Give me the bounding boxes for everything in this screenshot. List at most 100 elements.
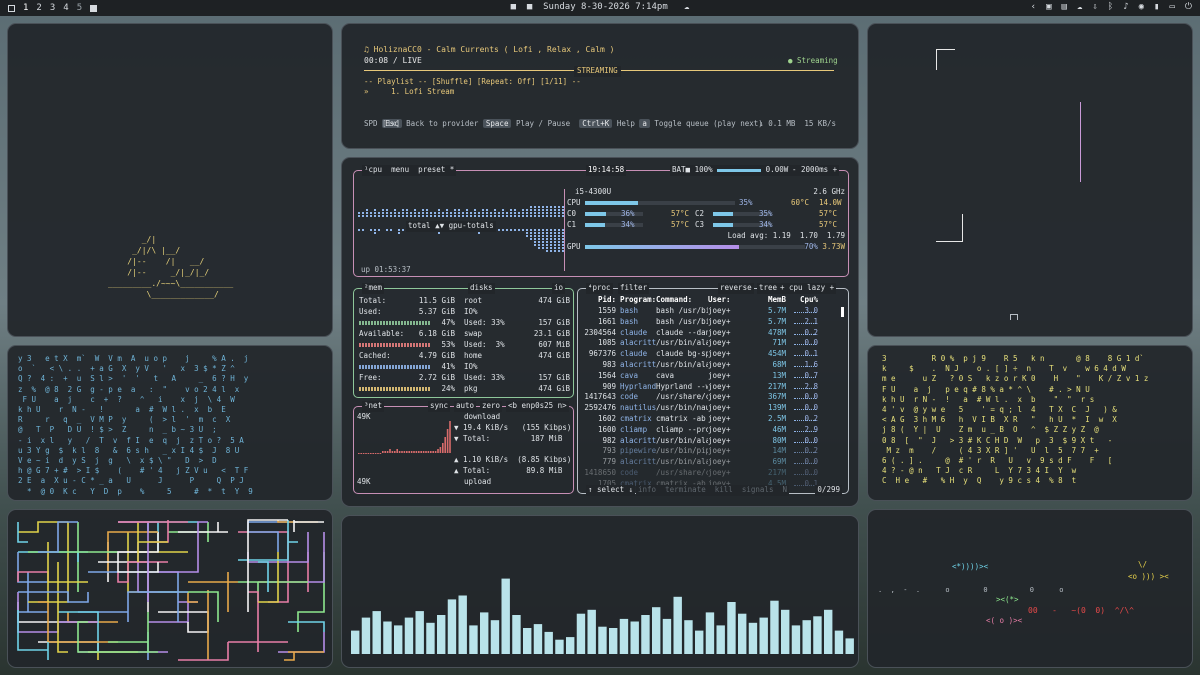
mem-label: Free: (359, 373, 382, 382)
cloud-icon[interactable]: ☁ (1077, 2, 1082, 12)
process-row[interactable]: 1661bashbash /usr/bin/pipejoey+5.7M2.1 (582, 317, 844, 327)
process-row[interactable]: 1417643code/usr/share/code/cojoey+367M0.… (582, 392, 844, 402)
cpu-graph-dot (550, 247, 552, 249)
audio-visualizer-terminal[interactable] (341, 515, 859, 668)
cpu-graph-dot (386, 215, 388, 217)
cpu-graph-dot (418, 212, 420, 214)
process-cell: 2592476 (584, 403, 616, 413)
cpu-graph-dot (542, 229, 544, 231)
cpu-graph-dot (386, 209, 388, 211)
proc-header[interactable]: ⁴proc (586, 283, 613, 294)
process-cell: joey+ (708, 381, 731, 391)
mem-meter (359, 387, 431, 391)
back-icon[interactable]: ‹ (1031, 2, 1036, 12)
cpu-graph-dot (466, 215, 468, 217)
clock[interactable]: ■ ■ Sunday 8-30-2026 7:14pm ☁ (0, 2, 1200, 12)
process-row[interactable]: 909HyprlandHyprland --watchdojoey+217M2.… (582, 382, 844, 392)
graph-mode-label[interactable]: total ▲▼ gpu-totals (406, 221, 496, 232)
process-cell: 217M (767, 381, 786, 391)
cpu-graph-dot (446, 212, 448, 214)
playlist-track[interactable]: » 1. Lofi Stream (364, 87, 454, 98)
cpu-graph-dot (474, 209, 476, 211)
visualizer-bar (609, 628, 618, 654)
process-row[interactable]: 982alacritt/usr/bin/alacrittyjoey+80M0.0 (582, 436, 844, 446)
mem-header[interactable]: ²mem (362, 283, 385, 294)
matrix-terminal-left[interactable]: y 3 e t X m` W V m A u o p j % A . j o `… (7, 345, 333, 501)
fish-2: ><(*> (996, 595, 1019, 604)
process-row[interactable]: 793pipewire/usr/bin/pipewirejoey+14M0.2 (582, 446, 844, 456)
proc-actions[interactable]: info terminate kill signals N (636, 485, 790, 496)
process-row[interactable]: 983alacritt/usr/bin/alacrittyjoey+68M1.6 (582, 360, 844, 370)
download-icon[interactable]: ⇩ (1092, 2, 1097, 12)
net-interface[interactable]: <b enp0s25 n> (506, 401, 569, 412)
aquarium-terminal[interactable]: <*))))>< ><(*> <o ))) >< <( o )>< \/ . ,… (867, 509, 1193, 668)
cpu-graph-dot (554, 247, 556, 249)
disk-value: 474 GiB (538, 351, 570, 360)
net-auto-toggle[interactable]: auto (454, 401, 477, 412)
notification-icon[interactable]: ■ (511, 2, 516, 12)
btop-terminal[interactable]: ¹cpu menu preset * 19:14:58 BAT■ 100% 0.… (341, 157, 859, 507)
proc-scrollbar[interactable] (841, 307, 844, 317)
cpu-graph-dot (498, 212, 500, 214)
process-cell: 1559 (597, 306, 616, 315)
cpu-graph-dot (530, 209, 532, 211)
disks-header[interactable]: disks (468, 283, 495, 294)
net-header[interactable]: ³net (362, 401, 385, 412)
mem-meter (359, 365, 431, 369)
music-player-terminal[interactable]: ♫ HoliznaCC0 - Calm Currents ( Lofi , Re… (341, 23, 859, 149)
update-interval[interactable]: - 2000ms + (790, 165, 840, 176)
cpu-graph-dot (550, 229, 552, 231)
boat-terminal[interactable]: _/| _/|/\ |__/ /|-- /| __/ /|-- _/|_/|_/… (7, 23, 333, 337)
process-row[interactable]: 967376claudeclaude bg-spare --joey+454M0… (582, 349, 844, 359)
proc-tree[interactable]: tree (757, 283, 780, 294)
pipe-segment (308, 532, 325, 583)
ctrl-k-key[interactable]: Ctrl+K (579, 118, 613, 128)
process-row[interactable]: 1559bashbash /usr/bin/pipejoey+5.7M3.0 (582, 306, 844, 316)
files-icon[interactable]: ▤ (1062, 2, 1067, 12)
process-row[interactable]: 1085alacritt/usr/bin/alacrittyjoey+71M0.… (582, 338, 844, 348)
process-row[interactable]: 2304564 claude claude --dangerousjoey+ 478M… (582, 328, 844, 338)
net-zero-toggle[interactable]: zero (480, 401, 503, 412)
space-key[interactable]: Space (482, 118, 512, 128)
a-key[interactable]: a (639, 118, 650, 128)
process-row[interactable]: 2592476 nautilus/usr/bin/nautilusjoey+ 139… (582, 403, 844, 413)
display-icon[interactable]: ▭ (1169, 2, 1174, 12)
clipboard-icon[interactable]: ■ (527, 2, 532, 12)
proc-filter[interactable]: filter (618, 283, 650, 294)
net-graph-bar (437, 449, 439, 453)
process-row[interactable]: 1418650code/usr/share/code/cojoey+217M0.… (582, 468, 844, 478)
net-sync-toggle[interactable]: sync (428, 401, 451, 412)
bluetooth-icon[interactable]: ᛒ (1108, 2, 1113, 12)
cpu-header[interactable]: ¹cpu menu preset * (362, 165, 457, 176)
process-cell: /usr/share/code/co (656, 468, 708, 477)
proc-select-hint[interactable]: ↑ select ↓ (586, 485, 636, 496)
battery-icon[interactable]: ▮ (1154, 2, 1159, 12)
cpu-graph-dot (486, 215, 488, 217)
cpu-graph-dot (394, 209, 396, 211)
pipes-terminal[interactable] (7, 509, 333, 668)
matrix-terminal-right[interactable]: 3 R 0 % p j 9 R 5 k n @ 8 8 G 1 d` k $ .… (867, 345, 1193, 501)
proc-sort-mode[interactable]: + cpu lazy + (778, 283, 837, 294)
gpu-percent: 70% 3.73W (804, 242, 845, 253)
cpu-graph-dot (390, 212, 392, 214)
process-cell: joey+ (708, 316, 731, 326)
proc-reverse[interactable]: reverse (718, 283, 754, 294)
process-row[interactable]: 1564 cava cava joey+ 13M 0.7 (582, 371, 844, 381)
screenshot-icon[interactable]: ▣ (1046, 2, 1051, 12)
cpu-graph-dot (542, 209, 544, 211)
pipe-segment (297, 552, 325, 632)
playlist-header[interactable]: -- Playlist -- [Shuffle] [Repeat: Off] [… (364, 77, 581, 88)
game-terminal[interactable] (867, 23, 1193, 337)
net-graph-bar (413, 451, 415, 453)
process-row[interactable]: 779alacritt/usr/bin/alacrittyjoey+69M0.0 (582, 457, 844, 467)
weather-icon[interactable]: ☁ (684, 2, 689, 12)
process-row[interactable]: 1602 cmatrix cmatrix -ab joey+ 2.5M 0.2 (582, 414, 844, 424)
pipe-segment (17, 610, 49, 660)
io-header[interactable]: io (552, 283, 566, 294)
process-cell: nautilus (620, 403, 656, 413)
power-icon[interactable]: ⏻ (1185, 2, 1192, 12)
pipe-segment (57, 562, 68, 653)
volume-icon[interactable]: ♪ (1123, 2, 1128, 12)
wifi-icon[interactable]: ◉ (1139, 2, 1144, 12)
process-row[interactable]: 1600cliampcliamp --providerjoey+46M2.9 (582, 425, 844, 435)
